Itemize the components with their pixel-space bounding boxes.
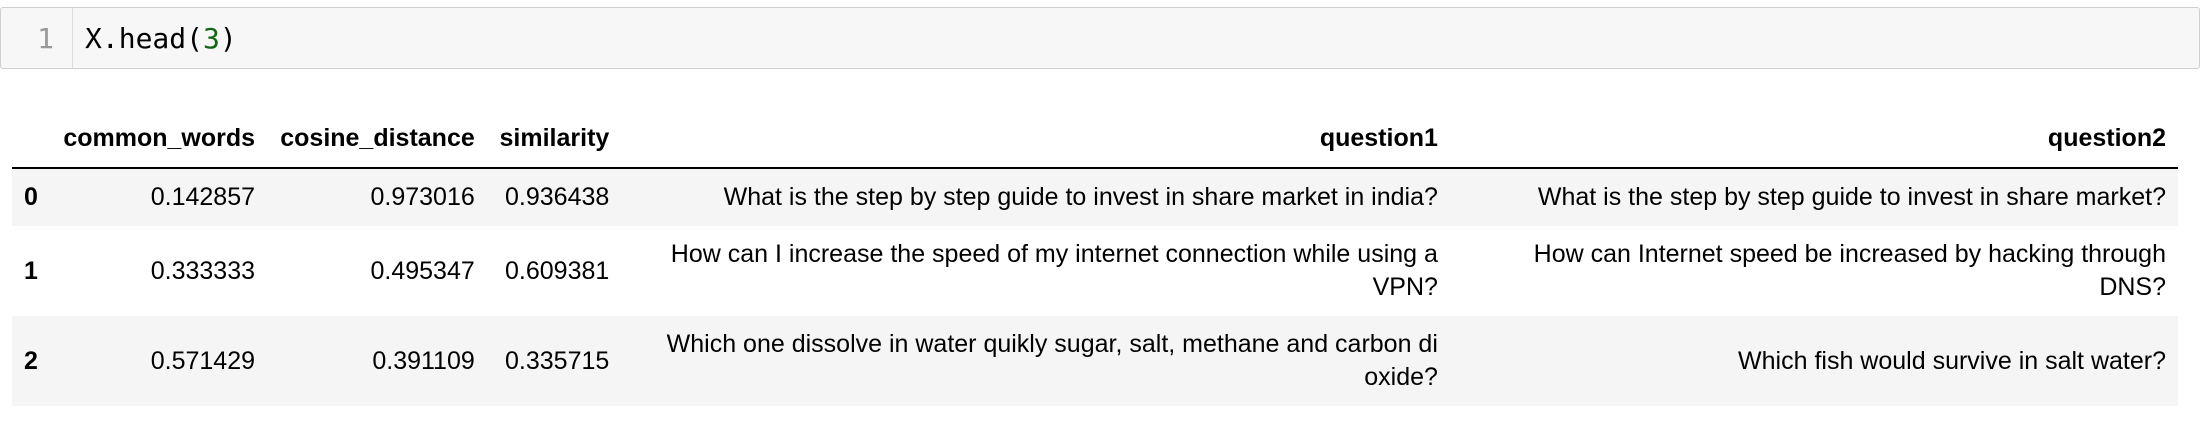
cell-cosine-distance: 0.495347 xyxy=(370,256,475,285)
cell-similarity: 0.335715 xyxy=(505,346,610,375)
table-row: 0 0.142857 0.973016 0.936438 What is the… xyxy=(12,168,2178,226)
column-header-question2: question2 xyxy=(1449,118,2178,169)
table-row: 1 0.333333 0.495347 0.609381 How can I i… xyxy=(12,226,2178,316)
dataframe-table: common_words cosine_distance similarity … xyxy=(12,118,2178,406)
row-index: 0 xyxy=(24,183,38,211)
code-number-literal: 3 xyxy=(203,22,220,55)
code-text-suffix: ) xyxy=(219,22,237,55)
code-text: X.head( xyxy=(85,22,204,55)
table-header: common_words cosine_distance similarity … xyxy=(12,118,2178,169)
line-number-gutter: 1 xyxy=(1,8,73,68)
row-index: 2 xyxy=(24,346,38,375)
index-header xyxy=(12,118,51,169)
cell-question1: Which one dissolve in water quikly sugar… xyxy=(666,330,1438,391)
cell-cosine-distance: 0.973016 xyxy=(370,183,475,211)
column-header-common-words: common_words xyxy=(50,118,268,169)
cell-question2: Which fish would survive in salt water? xyxy=(1738,346,2166,375)
cell-common-words: 0.142857 xyxy=(150,183,256,211)
column-header-question1: question1 xyxy=(621,118,1450,169)
cell-question2: How can Internet speed be increased by h… xyxy=(1533,240,2166,301)
cell-similarity: 0.609381 xyxy=(505,256,610,285)
cell-cosine-distance: 0.391109 xyxy=(372,346,475,375)
cell-common-words: 0.333333 xyxy=(150,256,256,285)
cell-similarity: 0.936438 xyxy=(505,183,610,211)
column-header-cosine-distance: cosine_distance xyxy=(267,118,487,169)
table-row: 2 0.571429 0.391109 0.335715 Which one d… xyxy=(12,316,2178,406)
header-row: common_words cosine_distance similarity … xyxy=(12,118,2178,169)
code-cell[interactable]: 1 X.head(3) xyxy=(0,7,2200,69)
cell-question2: What is the step by step guide to invest… xyxy=(1537,183,2166,211)
column-header-similarity: similarity xyxy=(486,118,622,169)
table-body: 0 0.142857 0.973016 0.936438 What is the… xyxy=(12,168,2178,406)
row-index: 1 xyxy=(24,256,38,285)
cell-output: common_words cosine_distance similarity … xyxy=(12,118,2178,406)
line-number: 1 xyxy=(37,22,54,55)
cell-question1: What is the step by step guide to invest… xyxy=(723,183,1438,211)
code-editor-line[interactable]: X.head(3) xyxy=(85,22,237,55)
cell-question1: How can I increase the speed of my inter… xyxy=(670,240,1438,301)
cell-common-words: 0.571429 xyxy=(150,346,256,375)
